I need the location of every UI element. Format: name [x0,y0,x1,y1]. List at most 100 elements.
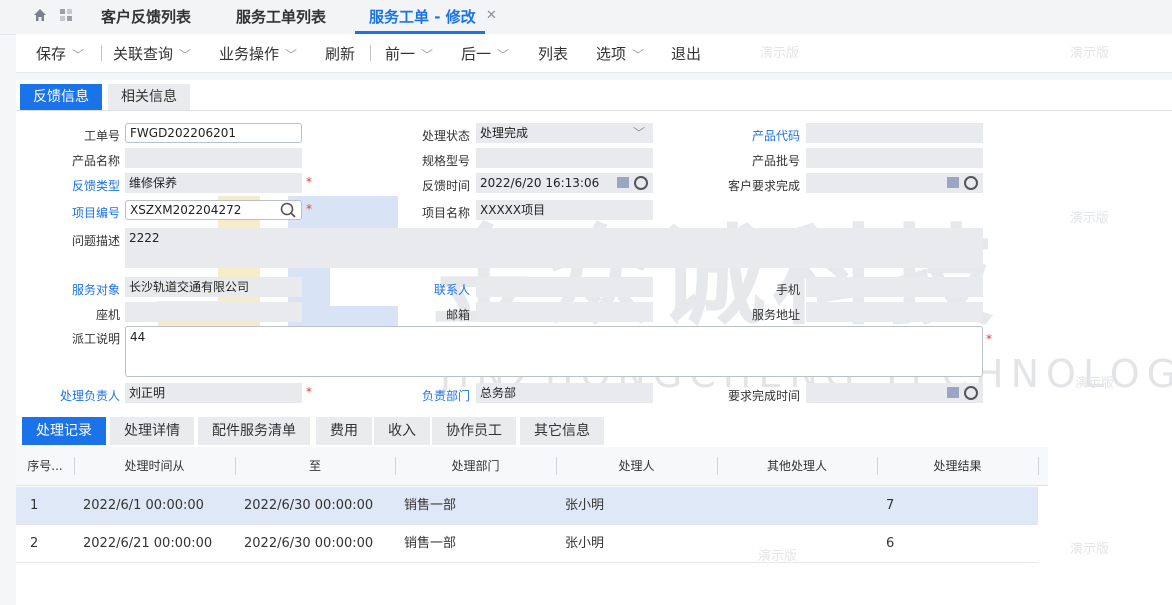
batch-label: 产品批号 [751,154,800,168]
phone-input[interactable] [125,302,302,322]
cell-time-to: 2022/6/30 00:00:00 [244,498,374,513]
feedback-time-input[interactable]: 2022/6/20 16:13:06 [476,173,653,193]
chevron-down-icon: ﹀ [497,48,510,62]
batch-input[interactable] [806,148,983,168]
email-label: 邮箱 [445,308,470,322]
feedback-type-label[interactable]: 反馈类型 [40,177,120,194]
tab-service-order-list[interactable]: 服务工单列表 [236,6,326,27]
options-button[interactable]: 选项 ﹀ [596,43,644,64]
contact-label[interactable]: 联系人 [390,281,470,298]
issue-label: 问题描述 [71,234,120,248]
deadline-input[interactable] [806,383,983,403]
column-divider[interactable] [556,457,557,475]
cell-time-to: 2022/6/30 00:00:00 [244,536,374,551]
service-target-input[interactable]: 长沙轨道交通有限公司 [125,277,302,297]
search-icon[interactable] [280,202,297,218]
col-result[interactable]: 处理结果 [877,447,1038,485]
owner-input[interactable]: 刘正明 [125,383,302,403]
feedback-type-input[interactable]: 维修保养 [125,173,302,193]
required-marker: * [306,385,312,399]
required-marker: * [986,332,992,346]
col-dept[interactable]: 处理部门 [395,447,556,485]
product-name-input[interactable] [125,148,302,168]
column-divider[interactable] [235,457,236,475]
tab-collab-staff[interactable]: 协作员工 [432,417,516,445]
tab-feedback-info[interactable]: 反馈信息 [20,84,102,110]
feedback-time-label: 反馈时间 [421,179,470,193]
save-button[interactable]: 保存 ﹀ [36,43,84,64]
related-query-button[interactable]: 关联查询 ﹀ [113,43,191,64]
tab-income[interactable]: 收入 [374,417,430,445]
column-divider[interactable] [74,457,75,475]
spec-input[interactable] [476,148,653,168]
column-divider[interactable] [1038,457,1039,475]
col-time-to[interactable]: 至 [235,447,395,485]
project-no-label[interactable]: 项目编号 [40,204,120,221]
mobile-input[interactable] [806,277,983,297]
list-button[interactable]: 列表 [538,43,568,64]
issue-textarea[interactable]: 2222 [125,228,983,268]
owner-label[interactable]: 处理负责人 [40,387,120,404]
calendar-icon[interactable] [617,177,629,188]
product-name-label: 产品名称 [71,154,120,168]
refresh-button[interactable]: 刷新 [325,43,355,64]
product-code-input[interactable] [806,123,983,143]
calendar-icon[interactable] [947,177,959,188]
tab-process-records[interactable]: 处理记录 [22,417,106,445]
status-select[interactable]: 处理完成 ﹀ [476,123,653,143]
cell-time-from: 2022/6/1 00:00:00 [83,498,204,513]
exit-button[interactable]: 退出 [671,43,701,64]
email-input[interactable] [476,302,653,322]
dept-input[interactable]: 总务部 [476,383,653,403]
dept-label[interactable]: 负责部门 [390,387,470,404]
dispatch-textarea[interactable]: 44 [125,326,983,377]
clock-icon[interactable] [964,176,978,190]
tab-fees[interactable]: 费用 [316,417,372,445]
table-row[interactable]: 1 2022/6/1 00:00:00 2022/6/30 00:00:00 销… [16,487,1038,524]
required-marker: * [306,175,312,189]
apps-grid-icon[interactable] [60,9,74,21]
spec-label: 规格型号 [421,154,470,168]
close-tab-icon[interactable]: ✕ [486,8,497,23]
tab-parts-service-list[interactable]: 配件服务清单 [198,417,310,445]
project-no-input[interactable]: XSZXM202204272 [125,200,302,220]
col-other-handlers[interactable]: 其他处理人 [717,447,877,485]
tab-other-info[interactable]: 其它信息 [520,417,604,445]
business-operation-button[interactable]: 业务操作 ﹀ [219,43,297,64]
product-code-label[interactable]: 产品代码 [720,127,800,144]
col-handler[interactable]: 处理人 [556,447,717,485]
calendar-icon[interactable] [947,387,959,398]
tab-process-details[interactable]: 处理详情 [110,417,194,445]
column-divider[interactable] [717,457,718,475]
project-name-input[interactable]: XXXXX项目 [476,200,653,220]
cell-result: 6 [886,536,895,551]
previous-button[interactable]: 前一 ﹀ [385,43,433,64]
phone-label: 座机 [95,308,120,322]
home-icon[interactable] [33,8,47,22]
deadline-label: 要求完成时间 [727,389,800,403]
service-target-label[interactable]: 服务对象 [40,281,120,298]
col-time-from[interactable]: 处理时间从 [74,447,235,485]
col-seq[interactable]: 序号... [16,447,74,485]
tab-service-order-edit[interactable]: 服务工单 - 修改 [369,6,476,27]
next-button[interactable]: 后一 ﹀ [461,43,509,64]
clock-icon[interactable] [964,386,978,400]
cell-handler: 张小明 [565,498,605,513]
column-divider[interactable] [877,457,878,475]
chevron-down-icon: ﹀ [632,126,645,140]
required-date-input[interactable] [806,173,983,193]
cell-seq: 1 [30,498,39,513]
status-label: 处理状态 [421,129,470,143]
chevron-down-icon: ﹀ [72,48,85,62]
address-input[interactable] [806,302,983,322]
tab-customer-feedback-list[interactable]: 客户反馈列表 [101,6,191,27]
tab-related-info[interactable]: 相关信息 [108,84,190,110]
column-divider[interactable] [395,457,396,475]
table-row[interactable]: 2 2022/6/21 00:00:00 2022/6/30 00:00:00 … [16,525,1038,562]
chevron-down-icon: ﹀ [179,48,192,62]
watermark-demo: 演示版 [760,46,800,61]
address-label: 服务地址 [751,308,800,322]
clock-icon[interactable] [634,176,648,190]
contact-input[interactable] [476,277,653,297]
ticket-no-input[interactable]: FWGD202206201 [125,123,302,143]
